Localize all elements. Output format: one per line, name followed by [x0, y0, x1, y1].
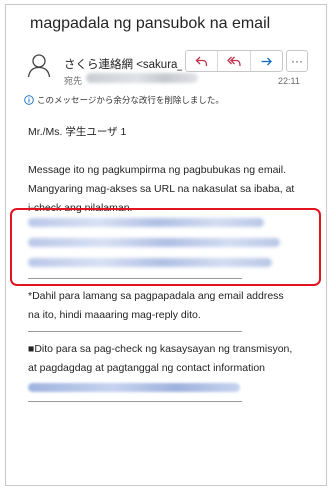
recipient-address-redacted	[86, 73, 198, 83]
history-line: ■Dito para sa pag-check ng kasaysayan ng…	[28, 343, 293, 355]
reply-icon	[195, 56, 208, 66]
contact-email-link-redacted[interactable]	[28, 383, 240, 392]
person-icon[interactable]	[26, 52, 52, 78]
info-icon	[24, 95, 34, 105]
sender-name[interactable]: さくら連絡網 <sakura_in	[64, 56, 182, 72]
divider	[28, 401, 242, 402]
url-highlight-box	[10, 208, 321, 286]
received-time: 22:11	[278, 76, 300, 86]
body-line: Mangyaring mag-akses sa URL na nakasulat…	[28, 183, 295, 195]
forward-button[interactable]	[251, 51, 282, 71]
reply-all-icon	[227, 56, 241, 66]
greeting: Mr./Ms. 学生ユーザ 1	[28, 126, 127, 138]
note-line: na ito, hindi maaaring mag-reply dito.	[28, 309, 201, 321]
reply-button[interactable]	[186, 51, 219, 71]
info-banner: このメッセージから余分な改行を削除しました。	[24, 94, 224, 106]
body-line: Message ito ng pagkumpirma ng pagbubukas…	[28, 164, 286, 176]
info-banner-text: このメッセージから余分な改行を削除しました。	[37, 95, 224, 105]
history-line: at pagdagdag at pagtanggal ng contact in…	[28, 362, 266, 374]
divider	[28, 331, 242, 332]
note-line: *Dahil para lamang sa pagpapadala ang em…	[28, 290, 284, 302]
forward-icon	[261, 57, 272, 65]
to-label: 宛先	[64, 76, 83, 86]
reply-all-button[interactable]	[218, 51, 251, 71]
message-actions	[185, 50, 283, 72]
email-subject: magpadala ng pansubok na email	[30, 15, 271, 32]
more-actions-button[interactable]: ···	[286, 50, 308, 72]
